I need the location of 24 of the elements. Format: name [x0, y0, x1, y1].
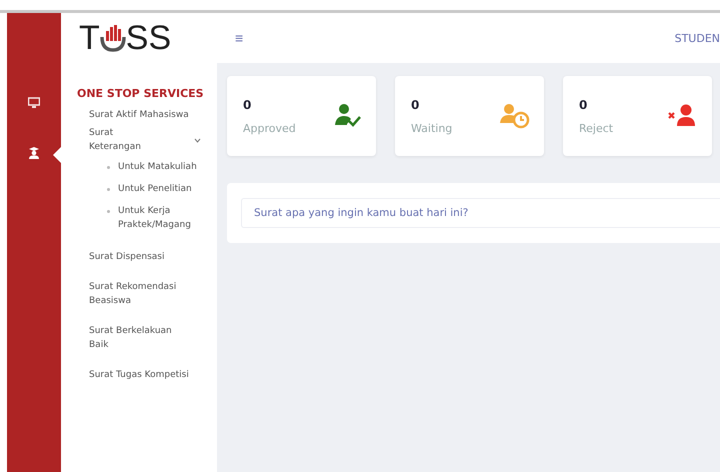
logo-text: SS	[126, 18, 172, 58]
menu-button[interactable]: ≡	[235, 30, 244, 46]
sidebar-item[interactable]: Surat Keterangan	[77, 124, 201, 156]
stat-label: Waiting	[411, 122, 452, 134]
sidebar-item[interactable]: Surat Dispensasi	[77, 248, 201, 266]
sidebar-item[interactable]: Surat Aktif Mahasiswa	[77, 106, 201, 124]
sidebar-item[interactable]: Surat Tugas Kompetisi	[77, 366, 201, 384]
stat-label: Reject	[579, 122, 614, 134]
submenu-item[interactable]: Untuk Matakuliah	[118, 160, 197, 174]
logo-text: T	[79, 18, 100, 58]
stat-value: 0	[243, 98, 252, 112]
section-heading: ONE STOP SERVICES	[77, 87, 205, 100]
search-field[interactable]: Surat apa yang ingin kamu buat hari ini?	[241, 198, 720, 228]
submenu-item[interactable]: Untuk Penelitian	[118, 182, 192, 196]
user-menu[interactable]: STUDEN	[674, 32, 720, 44]
stat-value: 0	[411, 98, 420, 112]
sidebar-item[interactable]: Surat Rekomendasi Beasiswa	[77, 278, 201, 310]
submenu-item[interactable]: Untuk Kerja Praktek/Magang	[118, 204, 217, 232]
stat-label: Approved	[243, 122, 296, 134]
sidebar-item[interactable]: Surat Berkelakuan Baik	[77, 322, 201, 354]
logo-icon	[100, 23, 126, 53]
monitor-icon[interactable]	[28, 97, 40, 109]
graduate-icon[interactable]	[28, 147, 40, 159]
stat-value: 0	[579, 98, 588, 112]
